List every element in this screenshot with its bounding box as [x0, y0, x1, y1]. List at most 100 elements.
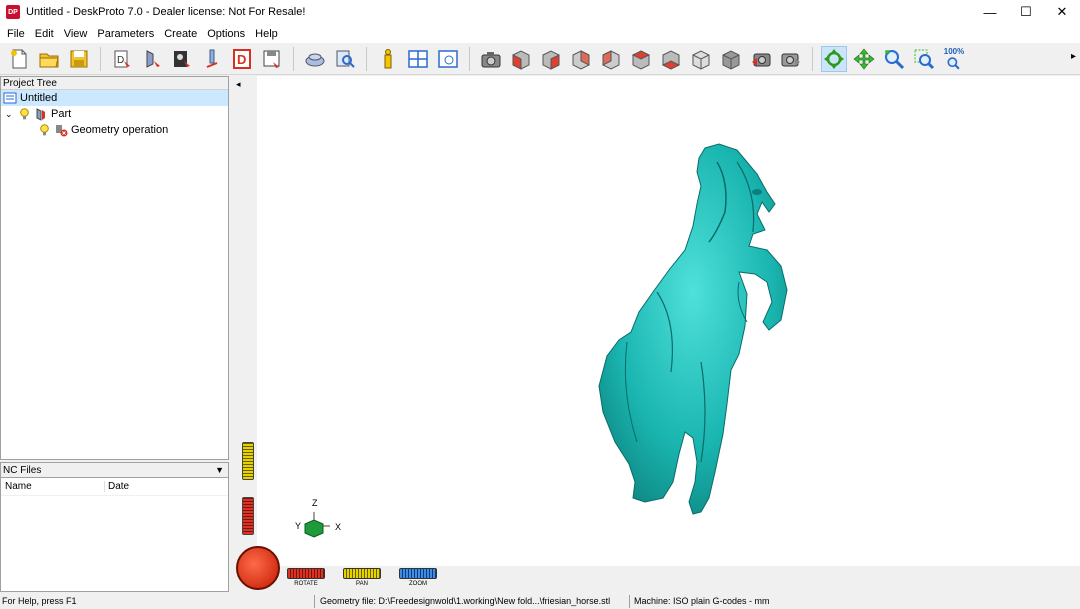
- column-header-date[interactable]: Date: [105, 481, 129, 492]
- view-iso2-button[interactable]: [718, 46, 744, 72]
- app-logo-icon: DP: [6, 5, 20, 19]
- operation-params-icon: [174, 50, 190, 67]
- zoom-slider-vertical[interactable]: [242, 442, 254, 480]
- deskproto-button[interactable]: D: [229, 46, 255, 72]
- camera-view-button[interactable]: [478, 46, 504, 72]
- save-nc-button[interactable]: [259, 46, 285, 72]
- axis-cube-icon: [304, 512, 330, 538]
- menu-create[interactable]: Create: [159, 28, 202, 40]
- status-help: For Help, press F1: [2, 596, 77, 606]
- project-params-button[interactable]: D: [109, 46, 135, 72]
- grid-view-icon: [408, 49, 428, 68]
- new-project-button[interactable]: [6, 46, 32, 72]
- milling-tool-icon: [206, 49, 218, 68]
- nc-files-column-headers: Name Date: [1, 478, 228, 496]
- nc-files-header[interactable]: NC Files ▼: [1, 463, 228, 478]
- tree-item-part[interactable]: ⌄ Part: [1, 106, 228, 122]
- multiple-views-button[interactable]: [405, 46, 431, 72]
- menu-view[interactable]: View: [59, 28, 93, 40]
- zoom-control: ZOOM: [399, 568, 437, 587]
- column-header-name[interactable]: Name: [1, 481, 105, 492]
- rotate-arrows-icon: [824, 48, 844, 69]
- tree-item-label: Geometry operation: [71, 124, 169, 136]
- title-bar: DP Untitled - DeskProto 7.0 - Dealer lic…: [0, 0, 1080, 24]
- tree-item-operation[interactable]: Geometry operation: [1, 122, 228, 138]
- zoom-window-button[interactable]: [911, 46, 937, 72]
- tool-button[interactable]: [199, 46, 225, 72]
- part-params-button[interactable]: [139, 46, 165, 72]
- info-button[interactable]: [375, 46, 401, 72]
- open-project-button[interactable]: [36, 46, 62, 72]
- save-project-button[interactable]: [66, 46, 92, 72]
- menu-help[interactable]: Help: [250, 28, 283, 40]
- save-disk-icon: [70, 50, 88, 67]
- menu-parameters[interactable]: Parameters: [92, 28, 159, 40]
- rotate-label: ROTATE: [294, 581, 318, 587]
- operation-error-icon: [54, 123, 68, 137]
- single-view-button[interactable]: [435, 46, 461, 72]
- collapse-panel-icon[interactable]: ◂: [236, 79, 241, 90]
- view-back-button[interactable]: [568, 46, 594, 72]
- status-machine: Machine: ISO plain G-codes - mm: [634, 596, 770, 606]
- zoom-100-button[interactable]: 100%: [941, 46, 967, 72]
- view-front-button[interactable]: [508, 46, 534, 72]
- toolbar-overflow-icon[interactable]: ▸: [1071, 51, 1076, 62]
- previous-view-button[interactable]: [748, 46, 774, 72]
- rotate-slider-vertical[interactable]: [242, 497, 254, 535]
- maximize-button[interactable]: ☐: [1008, 0, 1044, 24]
- zoom-magnifier-icon: [885, 49, 905, 69]
- toolbar-separator: [293, 46, 294, 71]
- project-icon: [3, 91, 17, 105]
- menu-edit[interactable]: Edit: [30, 28, 59, 40]
- status-divider: [629, 595, 630, 608]
- dropdown-arrow-icon[interactable]: ▼: [215, 463, 224, 478]
- cube-right-icon: [542, 49, 560, 70]
- rotate-dial[interactable]: [236, 546, 280, 590]
- horse-model: [598, 143, 788, 515]
- toolbar: D D 100% ▸: [0, 43, 1080, 75]
- part-params-icon: [146, 49, 160, 68]
- next-view-button[interactable]: [778, 46, 804, 72]
- zoom-mode-button[interactable]: [881, 46, 907, 72]
- zoom-window-icon: [914, 49, 935, 69]
- status-bar: For Help, press F1 Geometry file: D:\Fre…: [0, 594, 1080, 609]
- toolbar-separator: [100, 46, 101, 71]
- zoom-all-icon: [947, 57, 960, 70]
- tree-item-label: Part: [51, 108, 72, 120]
- cube-left-icon: [602, 49, 620, 70]
- menu-options[interactable]: Options: [202, 28, 250, 40]
- view-top-button[interactable]: [628, 46, 654, 72]
- tree-item-label: Untitled: [20, 92, 58, 104]
- camera-icon: [481, 51, 501, 67]
- minimize-button[interactable]: —: [972, 0, 1008, 24]
- info-icon: [384, 48, 392, 68]
- 3d-viewport-canvas[interactable]: Z Y X: [257, 76, 1080, 566]
- simulation-button[interactable]: [302, 46, 328, 72]
- cube-iso-alt-icon: [722, 49, 740, 70]
- cube-back-icon: [572, 49, 590, 70]
- close-button[interactable]: ✕: [1044, 0, 1080, 24]
- lightbulb-icon[interactable]: [37, 123, 51, 137]
- pan-mode-button[interactable]: [851, 46, 877, 72]
- view-iso-button[interactable]: [688, 46, 714, 72]
- pan-control: PAN: [343, 568, 381, 587]
- pan-arrows-icon: [853, 48, 875, 69]
- open-folder-icon: [39, 53, 59, 67]
- toolbar-separator: [812, 46, 813, 71]
- rotate-slider-horizontal[interactable]: [287, 568, 325, 579]
- zoom-slider-horizontal[interactable]: [399, 568, 437, 579]
- view-left-button[interactable]: [598, 46, 624, 72]
- preview-button[interactable]: [332, 46, 358, 72]
- view-bottom-button[interactable]: [658, 46, 684, 72]
- zoom-label: ZOOM: [409, 581, 427, 587]
- view-right-button[interactable]: [538, 46, 564, 72]
- nc-files-panel: NC Files ▼ Name Date: [0, 462, 229, 592]
- lightbulb-icon[interactable]: [17, 107, 31, 121]
- tree-item-project[interactable]: Untitled: [1, 90, 228, 106]
- rotate-mode-button[interactable]: [821, 45, 847, 72]
- pan-slider-horizontal[interactable]: [343, 568, 381, 579]
- menu-file[interactable]: File: [2, 28, 30, 40]
- axis-indicator: Z Y X: [295, 498, 355, 548]
- chevron-down-icon[interactable]: ⌄: [5, 109, 17, 120]
- operation-params-button[interactable]: [169, 46, 195, 72]
